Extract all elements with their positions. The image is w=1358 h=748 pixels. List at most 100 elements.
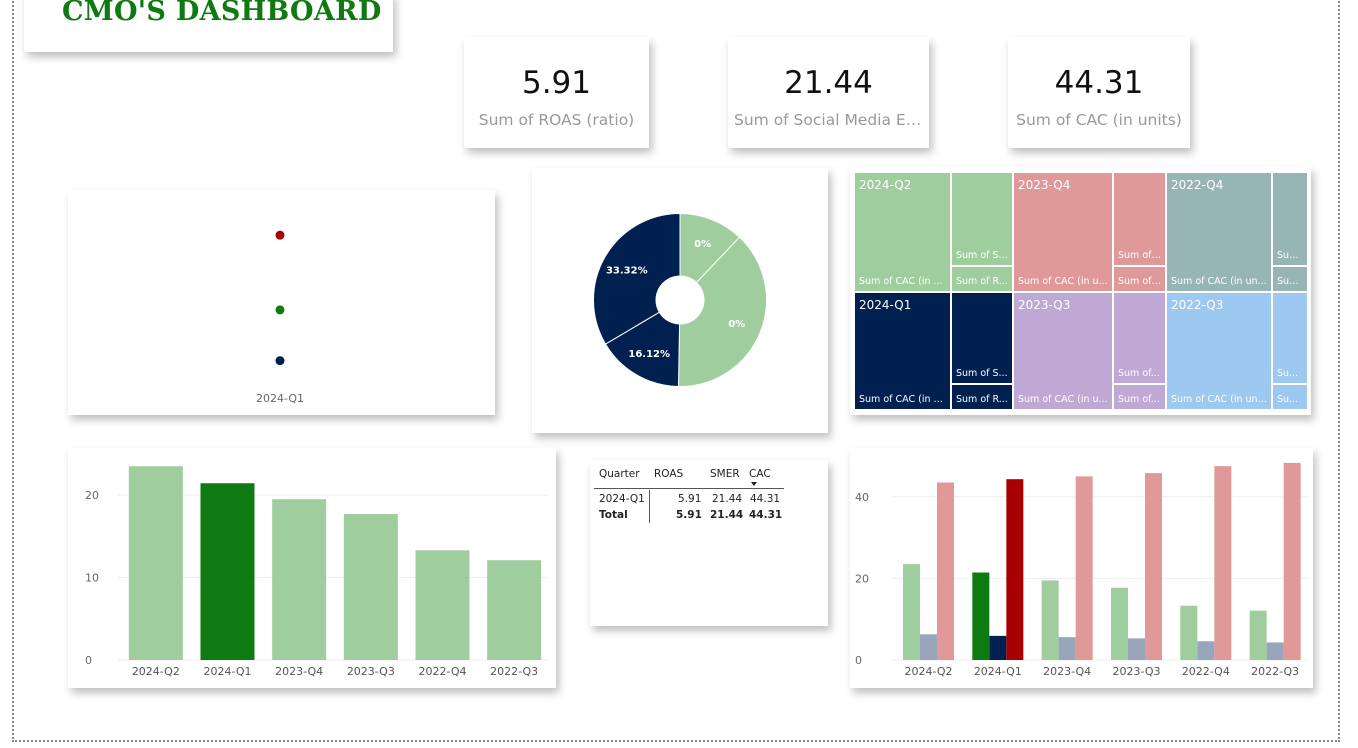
treemap-card[interactable]: 2024-Q2 Sum of CAC (in ... Sum of S... Sum … — [850, 167, 1311, 415]
treemap-subtile[interactable]: Sum of... — [1113, 384, 1166, 410]
treemap-subtile[interactable]: Su... — [1272, 384, 1308, 410]
treemap-subtile-label: Sum of... — [1118, 394, 1160, 405]
scatter-point[interactable] — [275, 305, 285, 315]
treemap-tile-sublabel: Sum of CAC (in uni... — [1171, 394, 1269, 405]
bar-chart[interactable]: 0 10 20 2024-Q2 2024-Q1 2023-Q4 2023-Q3 2022-Q4… — [68, 448, 556, 688]
treemap-tile-label: 2022-Q4 — [1171, 178, 1224, 192]
kpi-label: Sum of ROAS (ratio) — [478, 111, 635, 129]
bar[interactable] — [972, 572, 990, 660]
bar[interactable] — [1041, 580, 1059, 660]
bar[interactable] — [903, 564, 920, 660]
treemap-tile[interactable]: 2024-Q1 Sum of CAC (in u... — [854, 292, 951, 410]
scatter-chart[interactable]: 2024-Q1 — [68, 190, 495, 415]
treemap-subtile[interactable]: Sum of R... — [951, 384, 1013, 410]
bar[interactable] — [1006, 479, 1024, 660]
treemap-subtile[interactable]: Su... — [1272, 292, 1308, 384]
bar[interactable] — [1249, 610, 1267, 660]
table-header-smer[interactable]: SMER — [710, 468, 740, 480]
treemap-tile-sublabel: Sum of CAC (in u... — [1018, 276, 1108, 287]
scatter-point[interactable] — [275, 230, 285, 240]
bar[interactable] — [989, 635, 1007, 660]
treemap-subtile[interactable]: Sum of ... — [1113, 266, 1166, 292]
slice-label: 0% — [694, 239, 711, 250]
y-tick-label: 0 — [85, 654, 92, 667]
total-smer: 21.44 — [710, 509, 744, 521]
treemap-subtile[interactable]: Sum of ... — [1113, 172, 1166, 266]
scatter-point[interactable] — [275, 356, 285, 366]
bar[interactable] — [1145, 473, 1162, 660]
treemap-tile[interactable]: 2023-Q3 Sum of CAC (in u... — [1013, 292, 1113, 410]
bar[interactable] — [1128, 638, 1145, 660]
sort-desc-icon[interactable] — [751, 482, 757, 486]
bar[interactable] — [1214, 466, 1232, 660]
total-roas: 5.91 — [676, 509, 702, 521]
treemap-subtile-label: Sum of... — [1118, 368, 1160, 379]
x-tick-label: 2024-Q1 — [203, 665, 251, 678]
kpi-card-roas[interactable]: 5.91 Sum of ROAS (ratio) — [464, 37, 649, 148]
treemap-tile[interactable]: 2024-Q2 Sum of CAC (in ... — [854, 172, 951, 292]
x-tick-label: 2024-Q2 — [132, 665, 180, 678]
bar[interactable] — [487, 560, 542, 660]
treemap-subtile-label: Sum of S... — [956, 368, 1008, 379]
x-tick-label: 2022-Q4 — [1182, 665, 1230, 678]
y-tick-label: 20 — [85, 489, 99, 502]
bar[interactable] — [1283, 462, 1301, 660]
bar[interactable] — [1197, 641, 1215, 660]
y-tick-label: 40 — [855, 491, 869, 504]
treemap-subtile[interactable]: Sum of S... — [951, 172, 1013, 266]
grouped-bar-chart[interactable]: 0 20 40 2024-Q2 2024-Q1 2023-Q4 2023-Q3 2022-Q4… — [850, 448, 1313, 688]
treemap-subtile[interactable]: Sum... — [1272, 266, 1308, 292]
bar[interactable] — [128, 466, 183, 660]
treemap-subtile-label: Su... — [1277, 368, 1299, 379]
bar[interactable] — [415, 550, 470, 660]
total-label: Total — [599, 509, 628, 521]
bar[interactable] — [200, 483, 255, 660]
donut-chart-card[interactable]: 0% 0% 16.12% 33.32% — [532, 168, 828, 433]
bar-chart-card[interactable]: 0 10 20 2024-Q2 2024-Q1 2023-Q4 2023-Q3 2022-Q4… — [68, 448, 556, 688]
x-tick-label: 2023-Q4 — [1043, 665, 1091, 678]
treemap-tile-label: 2022-Q3 — [1171, 298, 1224, 312]
page-title: CMO'S DASHBOARD — [62, 0, 382, 27]
table-header-roas[interactable]: ROAS — [654, 468, 683, 480]
treemap[interactable]: 2024-Q2 Sum of CAC (in ... Sum of S... Sum … — [854, 172, 1308, 410]
x-tick-label: 2023-Q3 — [1112, 665, 1160, 678]
treemap-subtile[interactable]: Sum of... — [1113, 292, 1166, 384]
kpi-card-smer[interactable]: 21.44 Sum of Social Media En... — [728, 37, 929, 148]
treemap-tile[interactable]: 2022-Q4 Sum of CAC (in un... — [1166, 172, 1272, 292]
matrix-table-card[interactable]: Quarter ROAS SMER CAC 2024-Q1 5.91 21.44… — [590, 460, 828, 626]
kpi-card-cac[interactable]: 44.31 Sum of CAC (in units) — [1008, 37, 1190, 148]
grouped-bar-chart-card[interactable]: 0 20 40 2024-Q2 2024-Q1 2023-Q4 2023-Q3 2022-Q4… — [850, 448, 1313, 688]
treemap-subtile[interactable]: Sum of R... — [951, 266, 1013, 292]
treemap-subtile-label: Sum of ... — [1118, 250, 1163, 261]
treemap-tile[interactable]: 2022-Q3 Sum of CAC (in uni... — [1166, 292, 1272, 410]
table-cell-roas: 5.91 — [678, 493, 702, 505]
kpi-value: 44.31 — [1054, 65, 1144, 101]
y-tick-label: 0 — [855, 654, 862, 667]
bar[interactable] — [920, 634, 937, 660]
bar[interactable] — [1180, 605, 1198, 660]
bar[interactable] — [937, 482, 954, 660]
bar[interactable] — [1058, 637, 1076, 660]
treemap-tile[interactable]: 2023-Q4 Sum of CAC (in u... — [1013, 172, 1113, 292]
bar[interactable] — [1075, 476, 1093, 660]
treemap-subtile-label: Su... — [1277, 394, 1299, 405]
table-cell-quarter: 2024-Q1 — [599, 493, 645, 505]
scatter-chart-card[interactable]: 2024-Q1 — [68, 190, 495, 415]
treemap-subtile[interactable]: Sum of S... — [951, 292, 1013, 384]
bar[interactable] — [343, 514, 398, 660]
kpi-value: 21.44 — [784, 65, 873, 101]
treemap-subtile-label: Sum of S... — [956, 250, 1008, 261]
y-tick-label: 10 — [85, 572, 99, 585]
total-cac: 44.31 — [749, 509, 783, 521]
kpi-label: Sum of CAC (in units) — [1016, 111, 1182, 129]
table-cell-cac: 44.31 — [750, 493, 781, 505]
bar[interactable] — [1266, 642, 1284, 660]
bar[interactable] — [272, 499, 327, 660]
treemap-subtile[interactable]: Sum... — [1272, 172, 1308, 266]
x-tick-label: 2022-Q3 — [1251, 665, 1299, 678]
kpi-value: 5.91 — [521, 65, 592, 101]
bar[interactable] — [1111, 587, 1128, 660]
donut-chart[interactable]: 0% 0% 16.12% 33.32% — [532, 168, 828, 433]
table-header-cac[interactable]: CAC — [749, 468, 771, 480]
table-header-quarter[interactable]: Quarter — [599, 468, 640, 480]
